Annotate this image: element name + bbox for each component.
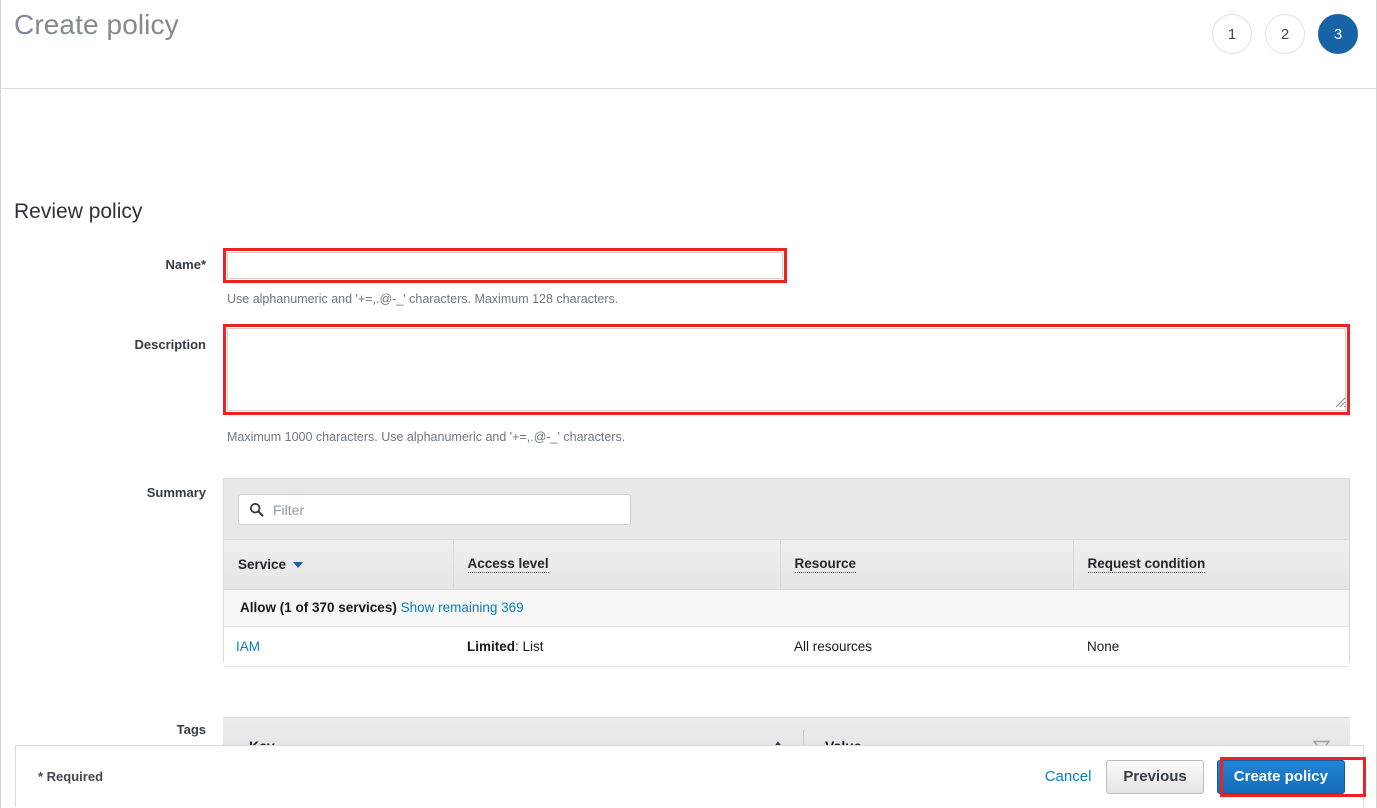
policy-description-textarea[interactable] [227, 328, 1346, 411]
previous-button[interactable]: Previous [1106, 759, 1204, 794]
page-footer: * Required Cancel Previous Create policy [15, 745, 1364, 807]
summary-cell-service: IAM [224, 626, 453, 667]
summary-group-effect-label: Allow (1 of 370 services) [240, 600, 397, 615]
summary-section-label: Summary [146, 485, 206, 500]
summary-column-service[interactable]: Service [224, 540, 454, 590]
summary-table-header-row: Service Access level Resource Request co… [224, 540, 1349, 590]
footer-actions: Cancel Previous Create policy [1043, 759, 1351, 794]
wizard-step-1-label: 1 [1227, 25, 1237, 43]
summary-group-row: Allow (1 of 370 services) Show remaining… [224, 589, 1349, 627]
summary-panel: Service Access level Resource [223, 478, 1350, 667]
service-link-iam[interactable]: IAM [236, 639, 260, 654]
summary-cell-resource: All resources [780, 626, 1073, 667]
wizard-step-indicator: 1 2 3 [1212, 14, 1358, 54]
summary-column-access-level-label: Access level [467, 555, 549, 573]
summary-access-level-prefix: Limited [467, 638, 516, 654]
section-title: Review policy [14, 200, 143, 223]
policy-name-input[interactable] [227, 252, 783, 279]
name-field-label: Name* [165, 257, 206, 272]
search-icon [249, 502, 264, 517]
cancel-button[interactable]: Cancel [1043, 764, 1094, 789]
summary-column-request-condition-label: Request condition [1087, 555, 1206, 573]
summary-table: Service Access level Resource Request co… [224, 540, 1349, 667]
summary-filter-box[interactable] [238, 494, 631, 525]
summary-column-request-condition[interactable]: Request condition [1073, 540, 1349, 590]
summary-column-service-label: Service [238, 556, 287, 572]
create-policy-button[interactable]: Create policy [1216, 759, 1345, 794]
summary-cell-access-level: Limited: List [453, 626, 780, 667]
summary-column-access-level[interactable]: Access level [453, 540, 781, 590]
summary-column-resource-label: Resource [794, 555, 857, 573]
create-policy-page: Create policy 1 2 3 Review policy Name* … [0, 0, 1377, 808]
description-field-label: Description [134, 337, 206, 352]
show-remaining-services-link[interactable]: Show remaining 369 [401, 600, 524, 615]
page-title: Create policy [14, 9, 179, 40]
wizard-step-3[interactable]: 3 [1318, 14, 1358, 54]
summary-column-resource[interactable]: Resource [780, 540, 1074, 590]
summary-filter-input[interactable] [271, 500, 601, 519]
summary-group-row-cell: Allow (1 of 370 services) Show remaining… [224, 589, 1349, 627]
summary-access-level-value: : List [515, 638, 544, 654]
summary-filter-bar [224, 479, 1349, 540]
table-row: IAM Limited: List All resources None [224, 626, 1349, 667]
tags-section-label: Tags [176, 722, 206, 737]
wizard-step-3-label: 3 [1333, 25, 1343, 43]
wizard-step-2-label: 2 [1280, 25, 1290, 43]
caret-down-icon [293, 562, 304, 569]
summary-cell-request-condition: None [1073, 626, 1349, 667]
wizard-step-2[interactable]: 2 [1265, 14, 1305, 54]
required-note: * Required [38, 769, 104, 784]
page-header: Create policy 1 2 3 [1, 0, 1376, 89]
name-helper-text: Use alphanumeric and '+=,.@-_' character… [227, 292, 619, 306]
description-helper-text: Maximum 1000 characters. Use alphanumeri… [227, 430, 626, 444]
wizard-step-1[interactable]: 1 [1212, 14, 1252, 54]
